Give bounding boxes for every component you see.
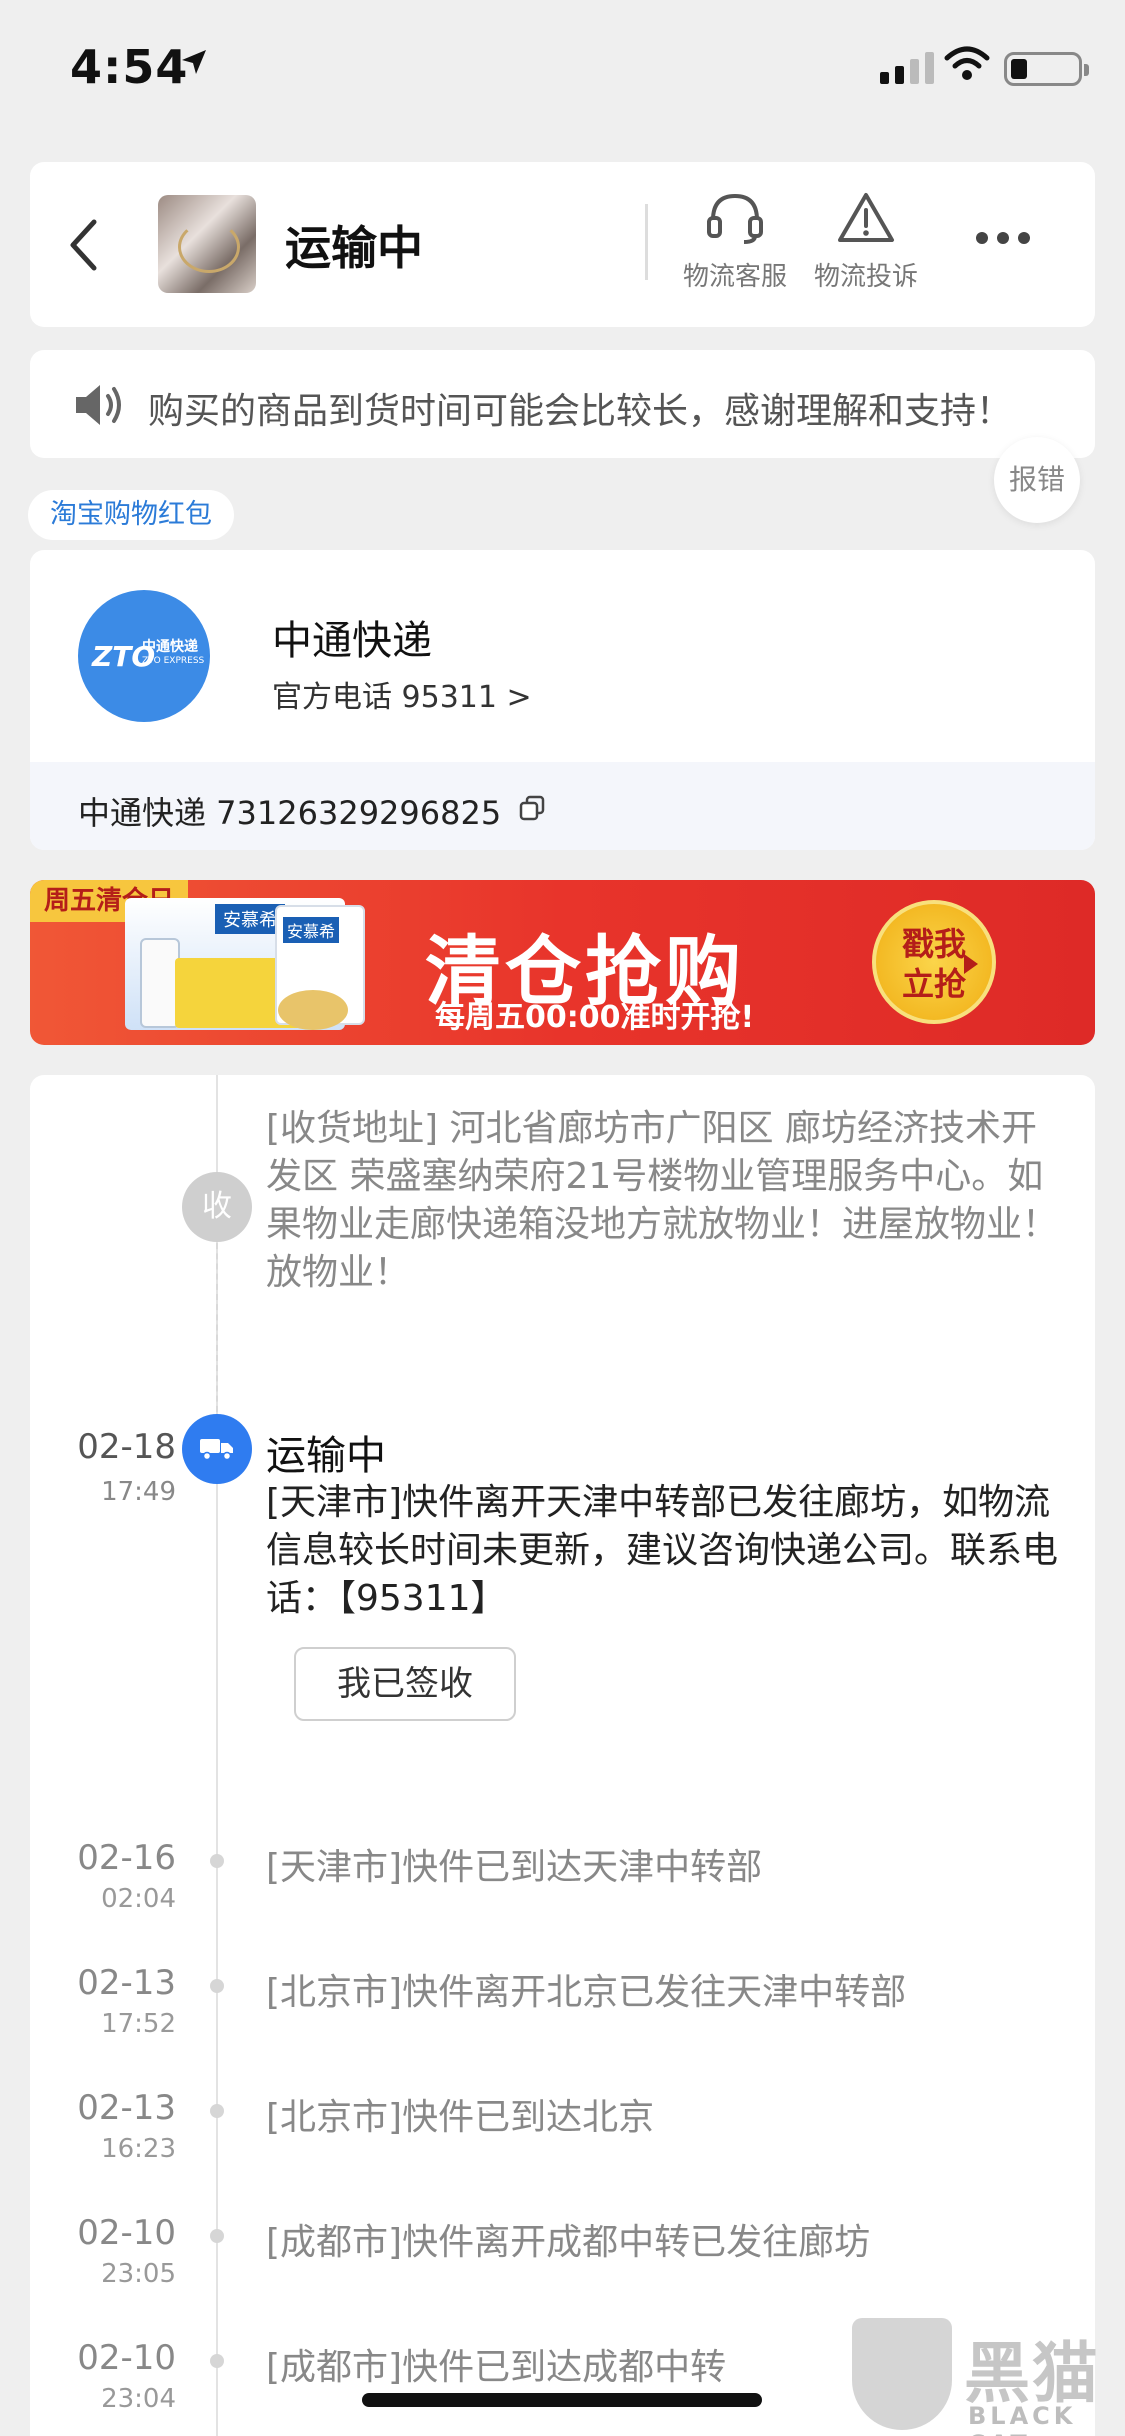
courier-card: ZTO 中通快递 ZTO EXPRESS 中通快递 官方电话 95311 > 中…: [30, 550, 1095, 850]
timeline-dot: [210, 2104, 224, 2118]
taobao-red-packet-tag[interactable]: 淘宝购物红包: [28, 490, 234, 540]
status-bar: 4:54: [0, 0, 1125, 140]
report-error-button[interactable]: 报错: [994, 437, 1080, 523]
logistics-complaint-label: 物流投诉: [813, 262, 918, 292]
timeline-dot: [210, 1979, 224, 1993]
timeline-event: 02-13 16:23 [北京市]快件已到达北京: [77, 2088, 655, 2164]
header-divider: [645, 204, 648, 280]
zto-logo: ZTO 中通快递 ZTO EXPRESS: [78, 590, 210, 722]
current-event-status: 运输中: [266, 1433, 386, 1479]
tracking-number: 中通快递 73126329296825: [78, 794, 502, 832]
current-event-time: 17:49: [101, 1477, 176, 1507]
speaker-icon: [76, 385, 121, 425]
battery-icon: [1004, 52, 1089, 86]
timeline-event: 02-10 23:05 [成都市]快件离开成都中转已发往廊坊: [77, 2213, 871, 2289]
truck-icon: [182, 1414, 252, 1484]
timeline-dot: [210, 2229, 224, 2243]
warning-icon: [838, 193, 894, 242]
status-time: 4:54: [70, 40, 189, 94]
timeline-event: 02-16 02:04 [天津市]快件已到达天津中转部: [77, 1838, 763, 1914]
notice-text: 购买的商品到货时间可能会比较长，感谢理解和支持！: [148, 391, 1013, 432]
cat-shield-icon: [852, 2318, 952, 2430]
current-event-date: 02-18: [77, 1427, 176, 1467]
product-thumbnail[interactable]: [158, 195, 256, 293]
black-cat-watermark: 黑猫 BLACK CAT: [852, 2318, 1122, 2436]
logistics-service-label: 物流客服: [682, 262, 787, 292]
logistics-header: 运输中 物流客服 物流投诉: [30, 162, 1095, 327]
courier-name: 中通快递: [272, 618, 432, 664]
current-event-description: [天津市]快件离开天津中转部已发往廊坊，如物流信息较长时间未更新，建议咨询快递公…: [266, 1482, 1059, 1619]
logistics-service-button[interactable]: 物流客服: [675, 190, 795, 293]
banner-cta-button[interactable]: 戳我 立抢: [872, 900, 996, 1024]
headset-icon: [707, 193, 763, 244]
logistics-timeline: 收 [收货地址] 河北省廊坊市广阳区 廊坊经济技术开发区 荣盛塞纳荣府21号楼物…: [30, 1075, 1095, 2436]
clearance-sale-banner[interactable]: 周五清仓日 安慕希 安慕希 清仓抢购 每周五00:00准时开抢! 戳我 立抢: [30, 880, 1095, 1045]
banner-jar-image: [278, 990, 348, 1030]
confirm-received-button[interactable]: 我已签收: [294, 1647, 516, 1721]
logistics-complaint-button[interactable]: 物流投诉: [806, 190, 926, 293]
banner-subtitle: 每周五00:00准时开抢!: [435, 1000, 755, 1035]
more-options-icon[interactable]: [976, 232, 1030, 244]
location-arrow-icon: [182, 50, 206, 74]
cta-arrow-icon: [964, 954, 978, 974]
timeline-dot: [210, 1854, 224, 1868]
copy-icon[interactable]: [518, 794, 546, 822]
home-indicator[interactable]: [362, 2393, 762, 2407]
back-arrow-icon[interactable]: [68, 218, 98, 272]
courier-phone-link[interactable]: 官方电话 95311 >: [272, 672, 532, 716]
wifi-icon: [944, 46, 990, 80]
cellular-signal-icon: [880, 52, 934, 84]
page-title: 运输中: [285, 221, 423, 275]
tracking-number-bar: 中通快递 73126329296825: [30, 762, 1095, 850]
timeline-dot: [210, 2354, 224, 2368]
notice-bar: 购买的商品到货时间可能会比较长，感谢理解和支持！: [30, 350, 1095, 458]
receive-address-badge: 收: [182, 1172, 252, 1242]
timeline-event: 02-13 17:52 [北京市]快件离开北京已发往天津中转部: [77, 1963, 907, 2039]
receive-address: [收货地址] 河北省廊坊市广阳区 廊坊经济技术开发区 荣盛塞纳荣府21号楼物业管…: [266, 1108, 1059, 1293]
